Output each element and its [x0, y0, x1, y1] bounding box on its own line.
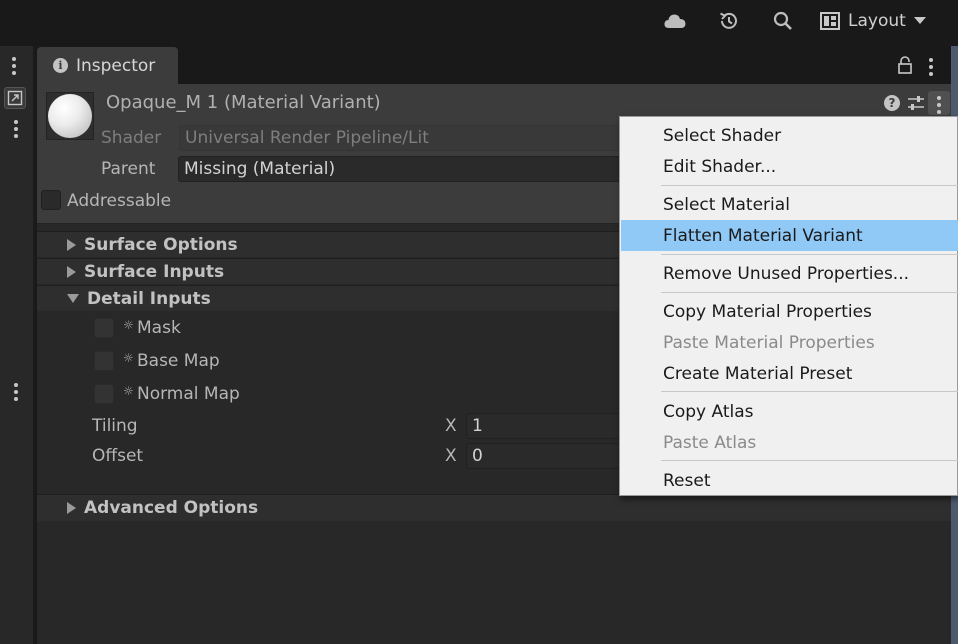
- base-map-label: Base Map: [137, 351, 220, 371]
- expand-arrow-icon: [67, 238, 76, 251]
- texture-icon: ☼: [123, 384, 134, 398]
- section-surface-options-label: Surface Options: [84, 234, 238, 255]
- kebab-icon: [937, 96, 941, 114]
- menu-separator: [661, 460, 958, 461]
- mask-label: Mask: [137, 318, 181, 338]
- menu-item-paste-atlas: Paste Atlas: [663, 432, 757, 453]
- menu-separator: [661, 391, 958, 392]
- material-title: Opaque_M 1 (Material Variant): [106, 92, 381, 113]
- normal-map-texture-slot[interactable]: [94, 384, 114, 404]
- offset-x-field[interactable]: 0: [466, 443, 639, 469]
- left-panel-options-icon-2[interactable]: [14, 383, 18, 401]
- section-advanced-options[interactable]: Advanced Options: [37, 494, 951, 521]
- normal-map-label: Normal Map: [137, 384, 240, 404]
- addressable-checkbox[interactable]: [41, 190, 61, 210]
- section-surface-inputs-label: Surface Inputs: [84, 261, 225, 282]
- material-context-menu: Select Shader Edit Shader... Select Mate…: [619, 116, 958, 496]
- maximize-icon[interactable]: [4, 87, 26, 109]
- menu-item-create-material-preset[interactable]: Create Material Preset: [621, 358, 958, 389]
- menu-item-select-material[interactable]: Select Material: [621, 189, 958, 220]
- material-options-button[interactable]: [928, 91, 950, 115]
- history-icon[interactable]: [716, 8, 742, 34]
- menu-separator: [661, 254, 958, 255]
- preset-sliders-icon[interactable]: [907, 94, 925, 116]
- tab-inspector-label: Inspector: [76, 55, 156, 76]
- menu-item-remove-unused-properties[interactable]: Remove Unused Properties...: [621, 258, 958, 289]
- collapse-arrow-icon: [67, 294, 79, 303]
- left-panel-options-icon[interactable]: [14, 120, 18, 138]
- shader-field[interactable]: Universal Render Pipeline/Lit: [179, 125, 639, 151]
- info-icon: i: [53, 58, 68, 73]
- layout-label: Layout: [848, 11, 906, 31]
- menu-item-edit-shader[interactable]: Edit Shader...: [621, 151, 958, 182]
- expand-arrow-icon: [67, 502, 76, 514]
- main-toolbar: [0, 0, 958, 44]
- lock-icon[interactable]: [897, 56, 913, 78]
- tab-inspector[interactable]: i Inspector: [37, 47, 178, 84]
- help-icon[interactable]: ?: [884, 95, 900, 111]
- menu-separator: [661, 292, 958, 293]
- sphere-preview-icon: [48, 94, 92, 138]
- shader-label: Shader: [101, 128, 162, 148]
- offset-label: Offset: [92, 446, 144, 466]
- layout-icon: [820, 12, 840, 30]
- menu-item-flatten-material-variant[interactable]: Flatten Material Variant: [621, 220, 958, 251]
- tiling-x-field[interactable]: 1: [466, 413, 639, 439]
- addressable-label: Addressable: [67, 191, 172, 211]
- chevron-down-icon: [913, 17, 926, 24]
- menu-item-select-shader[interactable]: Select Shader: [621, 120, 958, 151]
- layout-dropdown[interactable]: Layout: [820, 7, 926, 35]
- texture-icon: ☼: [123, 351, 134, 365]
- menu-item-copy-material-properties[interactable]: Copy Material Properties: [621, 296, 958, 327]
- offset-x-axis-label: X: [445, 446, 457, 466]
- section-advanced-options-label: Advanced Options: [84, 498, 259, 518]
- cloud-icon[interactable]: [662, 8, 688, 34]
- menu-item-paste-material-properties: Paste Material Properties: [663, 332, 875, 353]
- material-preview: [46, 92, 94, 140]
- mask-texture-slot[interactable]: [94, 318, 114, 338]
- expand-arrow-icon: [67, 265, 76, 278]
- parent-label: Parent: [101, 159, 156, 179]
- parent-field[interactable]: Missing (Material): [178, 156, 639, 182]
- texture-icon: ☼: [123, 318, 134, 332]
- left-panel-menu-icon[interactable]: [12, 57, 16, 75]
- base-map-texture-slot[interactable]: [94, 351, 114, 371]
- tiling-x-axis-label: X: [445, 416, 457, 436]
- tiling-label: Tiling: [92, 416, 138, 436]
- menu-item-copy-atlas[interactable]: Copy Atlas: [621, 396, 958, 427]
- tab-options-icon[interactable]: [929, 58, 933, 76]
- search-icon[interactable]: [770, 8, 796, 34]
- menu-item-reset[interactable]: Reset: [621, 465, 958, 496]
- section-detail-inputs-label: Detail Inputs: [87, 288, 211, 309]
- menu-separator: [661, 185, 958, 186]
